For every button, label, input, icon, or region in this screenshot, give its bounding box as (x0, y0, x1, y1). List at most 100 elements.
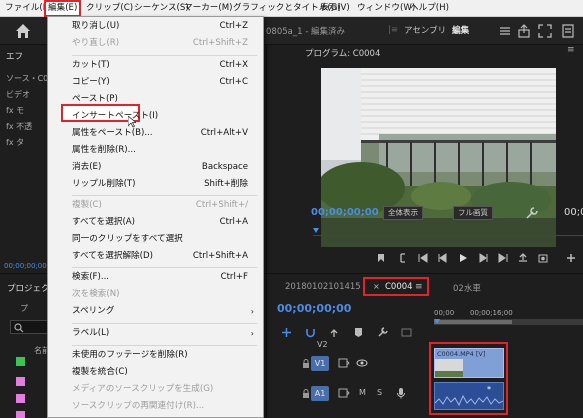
menu-item-cut[interactable]: カット(T) Ctrl+X (48, 57, 263, 74)
edit-menu-dropdown: 取り消し(U) Ctrl+Z やり直し(R) Ctrl+Shift+Z カット(T)… (47, 16, 264, 418)
workspace-tab-assembly[interactable]: アセンブリ (404, 24, 446, 36)
program-timecode[interactable]: 00;00;00;00 (311, 207, 379, 218)
lock-icon[interactable] (301, 389, 311, 399)
label-color-swatch (16, 377, 25, 386)
menu-item-find-next[interactable]: 次を検索(N) (48, 286, 263, 303)
snap-icon[interactable] (305, 327, 316, 338)
timeline-tab-c0004[interactable]: C0004 (385, 282, 413, 292)
video-clip-c0004[interactable]: C0004.MP4 [V] (434, 348, 504, 378)
menu-window[interactable]: ウィンドウ(W) (357, 0, 415, 17)
menu-item-select-all-matching[interactable]: 同一のクリップをすべて選択 (48, 231, 263, 248)
add-marker-icon[interactable] (353, 327, 364, 338)
menu-item-spelling[interactable]: スペリング › (48, 303, 263, 320)
menu-sequence[interactable]: シーケンス(S) (134, 0, 189, 17)
linked-selection-icon[interactable] (329, 327, 340, 338)
eye-icon[interactable] (356, 358, 368, 368)
menu-item-paste[interactable]: ペースト(P) (48, 91, 263, 108)
step-forward-icon[interactable] (477, 252, 489, 264)
microphone-icon[interactable] (396, 387, 406, 399)
menu-item-clear[interactable]: 消去(E) Backspace (48, 159, 263, 176)
sync-lock-icon[interactable] (338, 388, 350, 398)
mute-track-button[interactable]: M (359, 388, 366, 397)
go-to-in-icon[interactable] (417, 252, 429, 264)
audio-clip-c0004[interactable]: * (434, 382, 504, 410)
menu-item-deselect-all[interactable]: すべてを選択解除(D) Ctrl+Shift+A (48, 248, 263, 265)
solo-track-button[interactable]: S (377, 388, 382, 397)
timeline-tab-menu-icon[interactable]: ≡ (415, 282, 423, 292)
menu-item-relink-source-clips[interactable]: ソースクリップの再関連付け(R)... (48, 398, 263, 415)
lock-icon[interactable] (301, 359, 311, 369)
timeline-tab-20180102101415[interactable]: 20180102101415 (285, 282, 361, 292)
program-time-ruler[interactable] (313, 228, 583, 236)
menu-item-insert-paste[interactable]: インサートペースト(I) (48, 108, 263, 125)
menu-item-generate-source-clips[interactable]: メディアのソースクリップを生成(G) (48, 381, 263, 398)
effect-controls-timecode[interactable]: 00;00;00;00 (4, 262, 47, 270)
play-icon[interactable] (457, 252, 469, 264)
menu-separator (72, 323, 257, 324)
lift-icon[interactable] (517, 252, 529, 264)
nest-icon[interactable] (281, 327, 292, 338)
wrench-icon[interactable] (525, 206, 539, 220)
track-label-v2[interactable]: V2 (317, 340, 328, 349)
quick-export-icon[interactable] (560, 23, 576, 39)
menu-separator (72, 195, 257, 196)
add-marker-icon[interactable] (375, 252, 387, 264)
fullscreen-icon[interactable] (537, 23, 553, 39)
captions-icon[interactable] (401, 327, 412, 338)
project-title: 0805a_1 - 編集済み (266, 27, 345, 37)
track-target-v1[interactable]: V1 (311, 356, 329, 371)
project-subtitle: プ (20, 304, 28, 313)
menu-clip[interactable]: クリップ(C) (86, 0, 133, 17)
menu-edit[interactable]: 編集(E) (44, 0, 82, 17)
program-video-frame[interactable] (321, 68, 556, 247)
effect-controls-tab[interactable]: エフ (6, 50, 23, 62)
menu-item-label[interactable]: ラベル(L) › (48, 325, 263, 342)
sync-lock-icon[interactable] (338, 358, 350, 368)
add-button-icon[interactable] (565, 252, 577, 264)
track-target-a1[interactable]: A1 (311, 386, 329, 401)
menu-item-copy[interactable]: コピー(Y) Ctrl+C (48, 74, 263, 91)
home-icon[interactable] (14, 22, 32, 40)
menu-item-consolidate-duplicates[interactable]: 複製を統合(C) (48, 364, 263, 381)
label-color-swatch (16, 394, 25, 403)
menu-separator (72, 345, 257, 346)
work-area-bar[interactable] (434, 319, 583, 325)
project-search-input[interactable] (10, 320, 48, 334)
menu-item-find[interactable]: 検索(F)... Ctrl+F (48, 269, 263, 286)
menu-item-select-all[interactable]: すべてを選択(A) Ctrl+A (48, 214, 263, 231)
mark-in-icon[interactable] (397, 252, 409, 264)
menu-item-undo[interactable]: 取り消し(U) Ctrl+Z (48, 18, 263, 35)
video-row: ビデオ (6, 90, 30, 99)
program-duration: 00;00; (564, 207, 583, 218)
workspace-tab-edit[interactable]: 編集 (452, 24, 469, 36)
menu-item-redo[interactable]: やり直し(R) Ctrl+Shift+Z (48, 35, 263, 52)
menu-separator (72, 267, 257, 268)
playback-resolution-select[interactable]: フル画質 (453, 206, 493, 220)
timeline-tab-02suisha[interactable]: 02水車 (453, 282, 481, 294)
program-monitor-title[interactable]: プログラム: C0004 (305, 47, 380, 59)
share-icon[interactable] (516, 23, 532, 39)
menu-bar: ファイル(F) 編集(E) クリップ(C) シーケンス(S) マーカー(M) グ… (0, 0, 583, 17)
step-back-icon[interactable] (437, 252, 449, 264)
menu-item-remove-unused[interactable]: 未使用のフッテージを削除(R) (48, 347, 263, 364)
menu-item-paste-attributes[interactable]: 属性をペースト(B)... Ctrl+Alt+V (48, 125, 263, 142)
menu-item-remove-attributes[interactable]: 属性を削除(R)... (48, 142, 263, 159)
zoom-level-select[interactable]: 全体表示 (383, 206, 423, 220)
menu-item-ripple-delete[interactable]: リップル削除(T) Shift+削除 (48, 176, 263, 193)
menu-help[interactable]: ヘルプ(H) (410, 0, 449, 17)
menu-marker[interactable]: マーカー(M) (184, 0, 233, 17)
close-tab-icon[interactable]: × (373, 282, 380, 291)
opacity-row[interactable]: fx 不透 (6, 121, 32, 132)
motion-row[interactable]: fx モ (6, 105, 24, 116)
program-menu-icon[interactable]: ≡ (567, 45, 575, 55)
export-frame-icon[interactable] (537, 252, 549, 264)
ruler-mid-label: 00;00;16;00 (470, 309, 513, 317)
menu-item-duplicate[interactable]: 複製(C) Ctrl+Shift+/ (48, 197, 263, 214)
workspaces-menu-icon[interactable] (497, 23, 513, 39)
timeline-timecode[interactable]: 00;00;00;00 (277, 302, 351, 315)
menu-view[interactable]: 表示(V) (320, 0, 350, 17)
wrench-icon[interactable] (377, 327, 388, 338)
time-remap-row[interactable]: fx タ (6, 137, 24, 148)
go-to-out-icon[interactable] (497, 252, 509, 264)
audio-waveform: * (435, 385, 503, 407)
